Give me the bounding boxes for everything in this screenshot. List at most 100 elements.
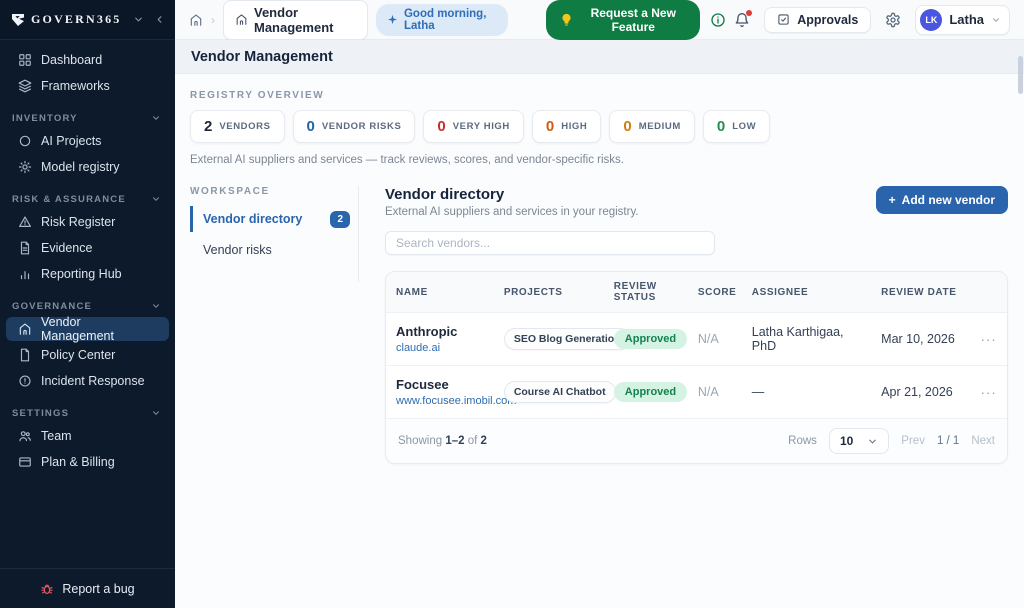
registry-overview-label: REGISTRY OVERVIEW — [190, 90, 325, 101]
sidebar-section-governance[interactable]: GOVERNANCE — [0, 295, 175, 317]
app-logo-text: GOVERN365 — [31, 12, 122, 26]
panel-subtitle: External AI suppliers and services in yo… — [385, 206, 639, 218]
sidebar-item-label: Plan & Billing — [41, 455, 115, 469]
sidebar-item-model-registry[interactable]: Model registry — [6, 155, 169, 179]
stat-value: 0 — [716, 118, 726, 135]
users-icon — [18, 429, 32, 443]
sidebar-collapse-icon[interactable] — [154, 14, 165, 25]
sidebar-nav: Dashboard Frameworks INVENTORY AI Projec… — [0, 40, 175, 568]
sidebar-item-evidence[interactable]: Evidence — [6, 236, 169, 260]
stat-value: 0 — [623, 118, 632, 135]
table-row: Focusee www.focusee.imobil.com Course AI… — [386, 365, 1007, 419]
tab-vendor-risks[interactable]: Vendor risks — [190, 237, 350, 263]
sidebar-section-settings[interactable]: SETTINGS — [0, 402, 175, 424]
alert-triangle-icon — [18, 215, 32, 229]
vendor-directory-panel: Vendor directory External AI suppliers a… — [385, 186, 1008, 464]
vendor-name: Focusee — [396, 377, 449, 392]
sidebar-section-inventory[interactable]: INVENTORY — [0, 107, 175, 129]
vendor-link[interactable]: www.focusee.imobil.com — [396, 395, 516, 407]
sidebar-item-incident-response[interactable]: Incident Response — [6, 369, 169, 393]
row-actions-menu[interactable]: ··· — [980, 332, 997, 347]
add-new-vendor-button[interactable]: + Add new vendor — [875, 186, 1008, 214]
sidebar-item-label: Model registry — [41, 160, 120, 174]
showing-text: Showing 1–2 of 2 — [398, 435, 487, 447]
sidebar-item-plan-billing[interactable]: Plan & Billing — [6, 450, 169, 474]
check-square-icon — [777, 13, 790, 26]
approvals-button[interactable]: Approvals — [764, 6, 872, 33]
settings-gear-icon[interactable] — [885, 12, 901, 28]
breadcrumb-home-icon[interactable] — [189, 13, 203, 27]
stat-medium: 0 MEDIUM — [609, 110, 695, 143]
tab-label: Vendor risks — [203, 243, 272, 257]
sidebar-item-risk-register[interactable]: Risk Register — [6, 210, 169, 234]
col-name: NAME — [386, 272, 494, 313]
breadcrumb-separator: › — [211, 12, 215, 27]
chevron-down-icon — [151, 408, 161, 418]
sidebar-item-label: Dashboard — [41, 53, 103, 67]
stats-row: 2 VENDORS 0 VENDOR RISKS 0 VERY HIGH 0 H… — [190, 110, 1008, 143]
rows-per-page-value: 10 — [839, 434, 854, 448]
org-switcher-chevron-icon[interactable] — [133, 14, 144, 25]
chevron-down-icon — [867, 436, 878, 447]
sidebar-section-risk-assurance[interactable]: RISK & ASSURANCE — [0, 188, 175, 210]
sidebar-item-label: Frameworks — [41, 79, 110, 93]
prev-page-button[interactable]: Prev — [901, 435, 925, 447]
page-title: Vendor Management — [191, 48, 333, 65]
sidebar-item-label: AI Projects — [41, 134, 102, 148]
sidebar-item-label: Risk Register — [41, 215, 116, 229]
panel-title: Vendor directory — [385, 186, 505, 203]
stat-label: VERY HIGH — [452, 121, 510, 132]
user-menu[interactable]: LK Latha — [915, 4, 1010, 35]
chevron-down-icon — [151, 301, 161, 311]
grid-icon — [18, 53, 32, 67]
tab-vendor-directory[interactable]: Vendor directory 2 — [190, 206, 350, 232]
sidebar-item-policy-center[interactable]: Policy Center — [6, 343, 169, 367]
next-page-button[interactable]: Next — [971, 435, 995, 447]
stat-high: 0 HIGH — [531, 110, 602, 143]
sidebar-item-dashboard[interactable]: Dashboard — [6, 48, 169, 72]
stat-label: MEDIUM — [638, 121, 681, 132]
rows-label: Rows — [788, 435, 817, 447]
project-pill: Course AI Chatbot — [503, 381, 616, 403]
page-title-bar: Vendor Management — [175, 40, 1024, 74]
chevron-down-icon — [151, 113, 161, 123]
status-badge: Approved — [613, 382, 688, 402]
stat-value: 2 — [204, 118, 213, 135]
breadcrumb-current-pill[interactable]: Vendor Management — [223, 0, 368, 40]
search-vendors-input[interactable] — [385, 231, 715, 255]
stat-value: 0 — [437, 118, 446, 135]
table-footer: Showing 1–2 of 2 Rows 10 Prev 1 / 1 Next — [386, 419, 1007, 463]
score-value: N/A — [697, 385, 719, 399]
stat-very-high: 0 VERY HIGH — [423, 110, 524, 143]
page-indicator: 1 / 1 — [936, 435, 960, 447]
info-icon[interactable] — [710, 12, 726, 28]
section-title: SETTINGS — [12, 407, 70, 419]
workspace-row: WORKSPACE Vendor directory 2 Vendor risk… — [190, 186, 1008, 464]
sidebar-item-reporting-hub[interactable]: Reporting Hub — [6, 262, 169, 286]
tab-label: Vendor directory — [203, 212, 303, 226]
sparkle-icon — [387, 14, 398, 25]
content: REGISTRY OVERVIEW 2 VENDORS 0 VENDOR RIS… — [175, 74, 1024, 608]
sidebar-item-label: Vendor Management — [41, 315, 114, 343]
sidebar-item-team[interactable]: Team — [6, 424, 169, 448]
layers-icon — [18, 79, 32, 93]
sidebar-item-frameworks[interactable]: Frameworks — [6, 74, 169, 98]
vendor-link[interactable]: claude.ai — [396, 342, 484, 354]
report-bug-button[interactable]: Report a bug — [0, 568, 175, 608]
table-header-row: NAME PROJECTS REVIEW STATUS SCORE ASSIGN… — [386, 272, 1007, 313]
row-actions-menu[interactable]: ··· — [980, 385, 997, 400]
sidebar-item-vendor-management[interactable]: Vendor Management — [6, 315, 169, 343]
score-value: N/A — [697, 332, 719, 346]
scrollbar-thumb[interactable] — [1018, 56, 1023, 94]
chevron-down-icon — [991, 15, 1001, 25]
sidebar-item-label: Incident Response — [41, 374, 145, 388]
notifications-bell-icon[interactable] — [734, 9, 753, 28]
greeting-label: Good morning, Latha — [403, 7, 487, 32]
stat-vendors: 2 VENDORS — [190, 110, 285, 143]
request-feature-button[interactable]: Request a New Feature — [546, 0, 701, 40]
topbar-actions: Approvals LK Latha — [734, 4, 1010, 35]
rows-per-page-select[interactable]: 10 — [828, 428, 890, 454]
stat-vendor-risks: 0 VENDOR RISKS — [292, 110, 416, 143]
sidebar-item-ai-projects[interactable]: AI Projects — [6, 129, 169, 153]
col-score: SCORE — [687, 272, 742, 313]
